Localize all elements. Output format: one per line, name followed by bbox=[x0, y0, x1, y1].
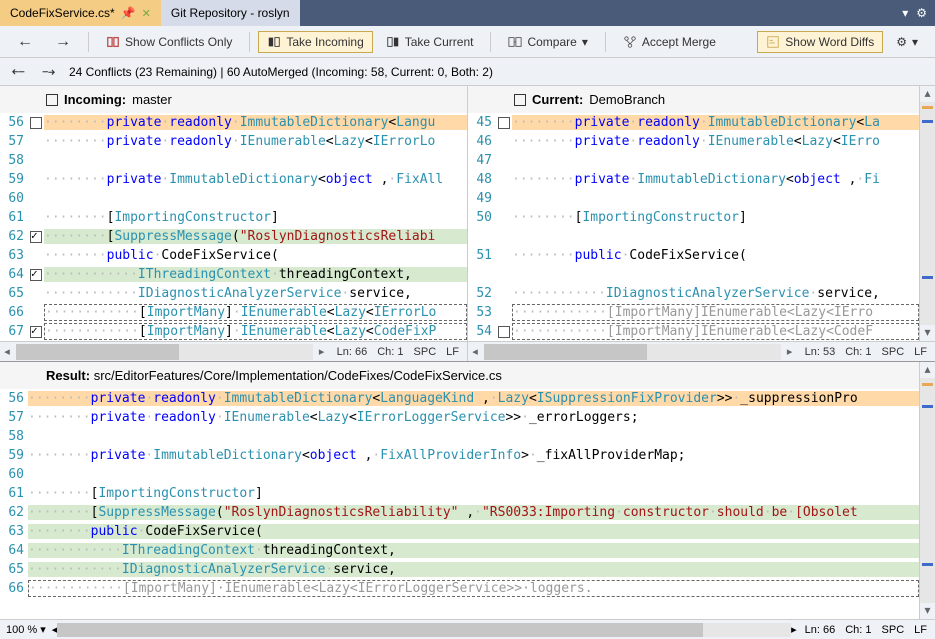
hscrollbar[interactable] bbox=[484, 344, 781, 360]
code-line[interactable]: 49 bbox=[468, 189, 919, 208]
line-checkbox[interactable] bbox=[498, 117, 510, 129]
code-line[interactable]: 48········private·ImmutableDictionary<ob… bbox=[468, 170, 919, 189]
incoming-checkbox[interactable] bbox=[46, 94, 58, 106]
code-line[interactable] bbox=[468, 265, 919, 284]
merge-toolbar: ← → Show Conflicts Only Take Incoming Ta… bbox=[0, 26, 935, 58]
current-header: Current: DemoBranch bbox=[468, 86, 919, 113]
code-line[interactable]: 63········public·CodeFixService( bbox=[0, 522, 919, 541]
code-line[interactable]: 63········public·CodeFixService( bbox=[0, 246, 467, 265]
line-checkbox[interactable] bbox=[30, 326, 42, 338]
gear-icon[interactable]: ⚙ bbox=[916, 6, 927, 20]
line-checkbox[interactable] bbox=[498, 326, 510, 338]
code-line[interactable]: 66············[ImportMany]·IEnumerable<L… bbox=[0, 303, 467, 322]
code-line[interactable]: 67············[ImportMany]·IEnumerable<L… bbox=[0, 322, 467, 341]
chevron-down-icon: ▾ bbox=[582, 35, 588, 49]
code-line[interactable]: 50········[ImportingConstructor] bbox=[468, 208, 919, 227]
code-line[interactable]: 66············[ImportMany]·IEnumerable<L… bbox=[0, 579, 919, 598]
code-line[interactable]: 65············IDiagnosticAnalyzerService… bbox=[0, 284, 467, 303]
code-line[interactable]: 62········[SuppressMessage("RoslynDiagno… bbox=[0, 503, 919, 522]
conflict-status-text: 24 Conflicts (23 Remaining) | 60 AutoMer… bbox=[69, 65, 493, 79]
tab-file-label: CodeFixService.cs* bbox=[10, 6, 115, 20]
code-line[interactable]: 51········public·CodeFixService( bbox=[468, 246, 919, 265]
code-line[interactable]: 58 bbox=[0, 427, 919, 446]
incoming-header: Incoming: master bbox=[0, 86, 467, 113]
take-current-button[interactable]: Take Current bbox=[377, 31, 483, 53]
compare-button[interactable]: Compare ▾ bbox=[499, 31, 596, 53]
conflicts-icon bbox=[106, 35, 120, 49]
show-conflicts-only-button[interactable]: Show Conflicts Only bbox=[97, 31, 241, 53]
accept-merge-button[interactable]: Accept Merge bbox=[614, 31, 725, 53]
line-checkbox[interactable] bbox=[30, 117, 42, 129]
code-line[interactable]: 45········private·readonly·ImmutableDict… bbox=[468, 113, 919, 132]
result-header: Result: src/EditorFeatures/Core/Implemen… bbox=[0, 362, 919, 389]
code-line[interactable]: 60 bbox=[0, 465, 919, 484]
code-line[interactable]: 52············IDiagnosticAnalyzerService… bbox=[468, 284, 919, 303]
scroll-right-icon[interactable]: ▸ bbox=[783, 345, 797, 358]
line-checkbox[interactable] bbox=[30, 231, 42, 243]
show-word-diffs-button[interactable]: Show Word Diffs bbox=[757, 31, 883, 53]
scroll-left-icon[interactable]: ◂ bbox=[468, 345, 482, 358]
take-incoming-button[interactable]: Take Incoming bbox=[258, 31, 372, 53]
code-line[interactable]: 54············[ImportMany]IEnumerable<La… bbox=[468, 322, 919, 341]
code-line[interactable]: 59········private·ImmutableDictionary<ob… bbox=[0, 170, 467, 189]
diff-panes: Incoming: master 56········private·reado… bbox=[0, 86, 935, 362]
take-incoming-icon bbox=[267, 35, 281, 49]
current-pane: Current: DemoBranch 45········private·re… bbox=[468, 86, 935, 361]
settings-button[interactable]: ⚙ ▾ bbox=[887, 31, 927, 53]
current-code[interactable]: 45········private·readonly·ImmutableDict… bbox=[468, 113, 919, 341]
compare-icon bbox=[508, 35, 522, 49]
code-line[interactable]: 57········private·readonly·IEnumerable<L… bbox=[0, 408, 919, 427]
conflict-status-bar: ⤌ ⤍ 24 Conflicts (23 Remaining) | 60 Aut… bbox=[0, 58, 935, 86]
code-line[interactable]: 58 bbox=[0, 151, 467, 170]
gear-icon: ⚙ bbox=[896, 35, 907, 49]
code-line[interactable]: 57········private·readonly·IEnumerable<L… bbox=[0, 132, 467, 151]
code-line[interactable]: 61········[ImportingConstructor] bbox=[0, 484, 919, 503]
zoom-level[interactable]: 100 % ▾ bbox=[0, 623, 52, 636]
tab-git[interactable]: Git Repository - roslyn bbox=[161, 0, 300, 26]
code-line[interactable]: 56········private·readonly·ImmutableDict… bbox=[0, 113, 467, 132]
tab-git-label: Git Repository - roslyn bbox=[171, 6, 290, 20]
hscrollbar[interactable] bbox=[57, 623, 791, 637]
tab-file[interactable]: CodeFixService.cs* 📌 ✕ bbox=[0, 0, 161, 26]
scroll-right-icon[interactable]: ▸ bbox=[315, 345, 329, 358]
take-current-icon bbox=[386, 35, 400, 49]
code-line[interactable]: 46········private·readonly·IEnumerable<L… bbox=[468, 132, 919, 151]
scroll-left-icon[interactable]: ◂ bbox=[0, 345, 14, 358]
hscrollbar[interactable] bbox=[16, 344, 313, 360]
line-checkbox[interactable] bbox=[30, 269, 42, 281]
back-button[interactable]: ← bbox=[8, 29, 42, 55]
current-footer: ◂ ▸ Ln: 53 Ch: 1 SPC LF bbox=[468, 341, 935, 361]
result-pane: Result: src/EditorFeatures/Core/Implemen… bbox=[0, 362, 935, 619]
code-line[interactable]: 65············IDiagnosticAnalyzerService… bbox=[0, 560, 919, 579]
code-line[interactable]: 62········[SuppressMessage("RoslynDiagno… bbox=[0, 227, 467, 246]
incoming-footer: ◂ ▸ Ln: 66 Ch: 1 SPC LF bbox=[0, 341, 467, 361]
tab-bar: CodeFixService.cs* 📌 ✕ Git Repository - … bbox=[0, 0, 935, 26]
bottom-bar: 100 % ▾ ◂ ▸ Ln: 66 Ch: 1 SPC LF bbox=[0, 619, 935, 639]
pin-icon[interactable]: 📌 bbox=[121, 6, 136, 20]
result-code[interactable]: 56········private·readonly·ImmutableDict… bbox=[0, 389, 919, 619]
incoming-pane: Incoming: master 56········private·reado… bbox=[0, 86, 468, 361]
close-icon[interactable]: ✕ bbox=[142, 7, 151, 20]
accept-merge-icon bbox=[623, 35, 637, 49]
code-line[interactable]: 47 bbox=[468, 151, 919, 170]
code-line[interactable]: 53············[ImportMany]IEnumerable<La… bbox=[468, 303, 919, 322]
chevron-down-icon: ▾ bbox=[912, 35, 918, 49]
code-line[interactable]: 59········private·ImmutableDictionary<ob… bbox=[0, 446, 919, 465]
vscrollbar[interactable]: ▴ ▾ bbox=[919, 86, 935, 341]
current-checkbox[interactable] bbox=[514, 94, 526, 106]
code-line[interactable]: 64············IThreadingContext·threadin… bbox=[0, 265, 467, 284]
code-line[interactable]: 61········[ImportingConstructor] bbox=[0, 208, 467, 227]
chevron-down-icon[interactable]: ▾ bbox=[902, 6, 908, 20]
next-conflict-button[interactable]: ⤍ bbox=[38, 62, 58, 81]
code-line[interactable]: 56········private·readonly·ImmutableDict… bbox=[0, 389, 919, 408]
code-line[interactable] bbox=[468, 227, 919, 246]
code-line[interactable]: 60 bbox=[0, 189, 467, 208]
word-diffs-icon bbox=[766, 35, 780, 49]
first-conflict-button[interactable]: ⤌ bbox=[8, 62, 28, 81]
code-line[interactable]: 64············IThreadingContext·threadin… bbox=[0, 541, 919, 560]
forward-button[interactable]: → bbox=[46, 29, 80, 55]
vscrollbar[interactable]: ▴ ▾ bbox=[919, 362, 935, 619]
incoming-code[interactable]: 56········private·readonly·ImmutableDict… bbox=[0, 113, 467, 341]
